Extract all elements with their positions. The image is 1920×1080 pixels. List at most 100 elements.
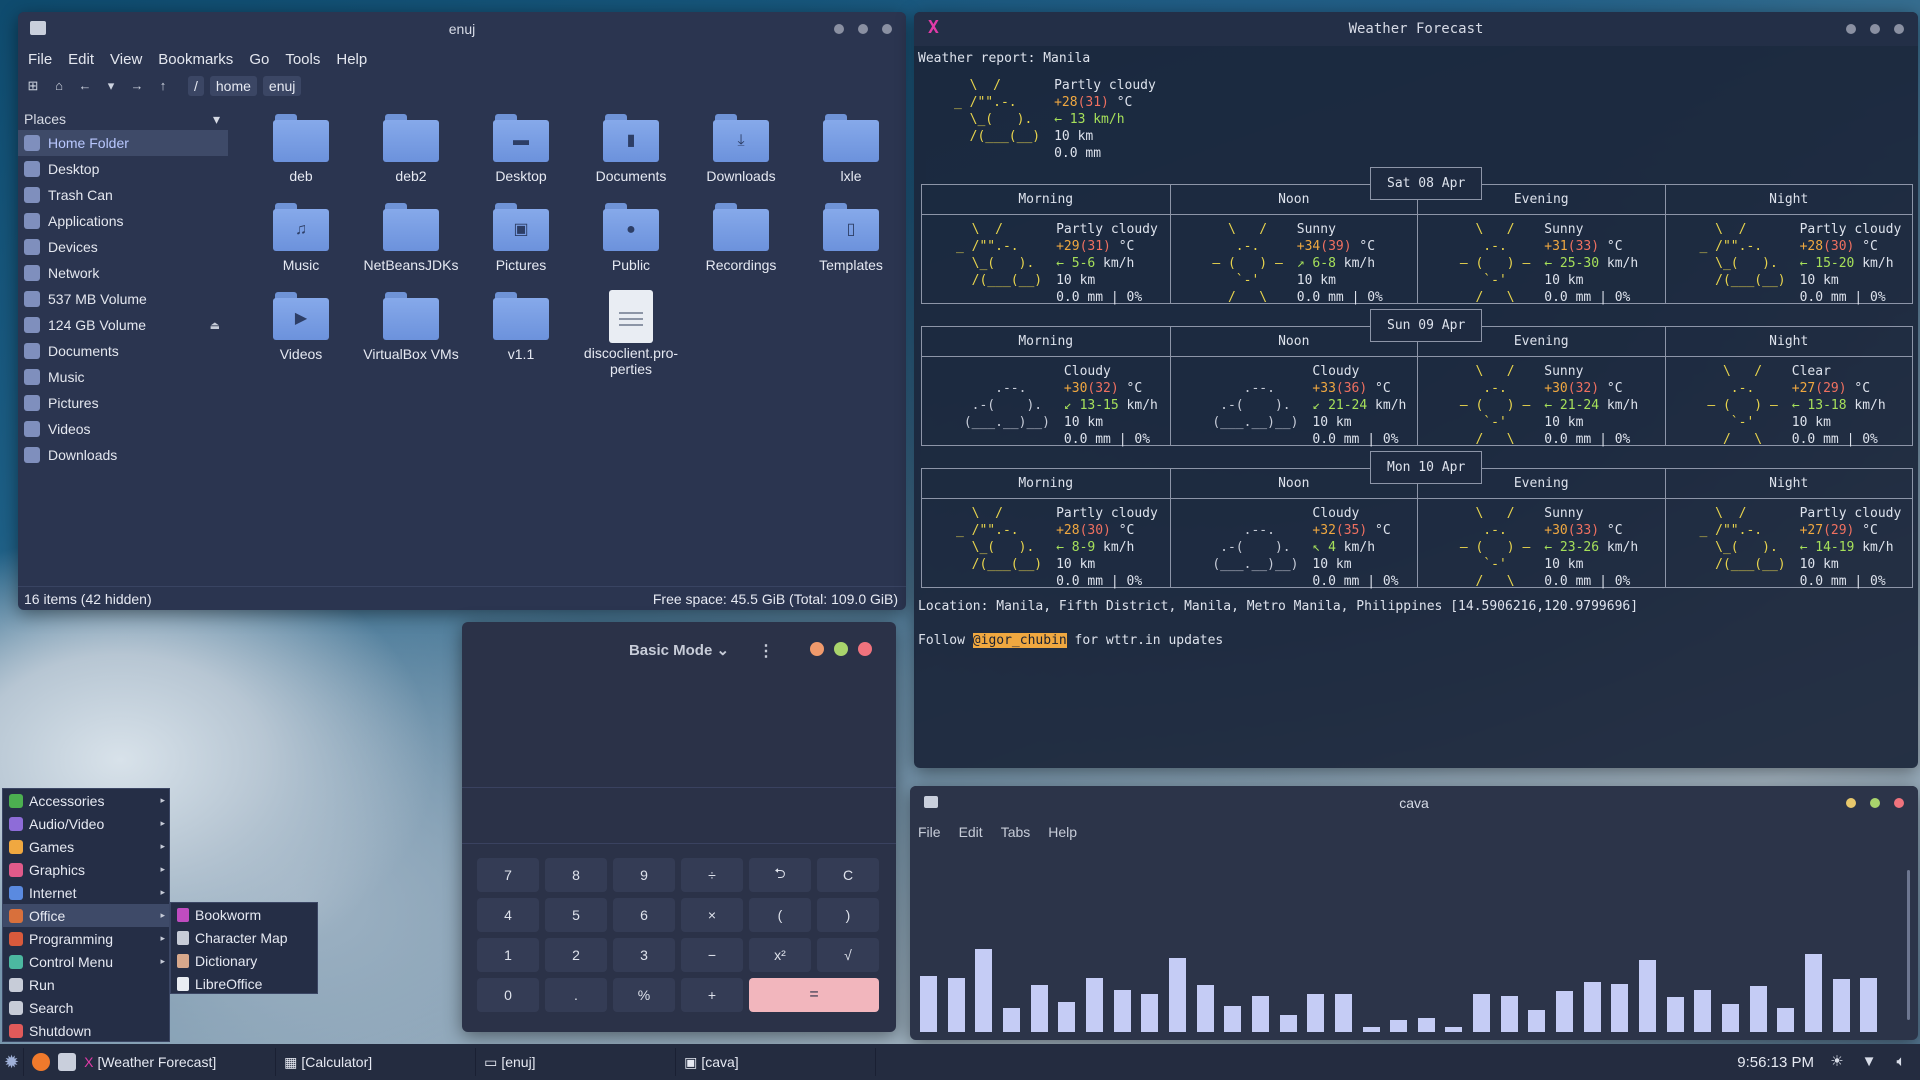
file-item[interactable]: ▣ Pictures (466, 199, 576, 288)
menu-file[interactable]: File (28, 51, 52, 68)
menu-item-run[interactable]: Run (3, 973, 169, 996)
key-1-button[interactable]: 1 (477, 938, 539, 972)
up-icon[interactable]: ↑ (156, 79, 170, 93)
menu-view[interactable]: View (110, 51, 142, 68)
clock[interactable]: 9:56:13 PM (1737, 1054, 1814, 1071)
terminal-output[interactable]: Weather report: Manila \ / _ /"".-. \_( … (914, 46, 1918, 653)
menu-item-search[interactable]: Search (3, 996, 169, 1019)
history-down-icon[interactable]: ▾ (104, 79, 118, 93)
key-divide-button[interactable]: ÷ (681, 858, 743, 892)
mode-selector[interactable]: Basic Mode ⌄ (629, 641, 729, 659)
maximize-button[interactable] (858, 24, 868, 34)
start-button[interactable]: ✹ (0, 1048, 25, 1076)
key-equals-button[interactable]: = (749, 978, 879, 1012)
close-button[interactable] (1894, 24, 1904, 34)
menu-item-accessories[interactable]: Accessories ▸ (3, 789, 169, 812)
menu-item-office[interactable]: Office ▸ (3, 904, 169, 927)
key-sqrt-button[interactable]: √ (817, 938, 879, 972)
places-header[interactable]: Places ▾ (18, 108, 228, 130)
home-icon[interactable]: ⌂ (52, 79, 66, 93)
place-item[interactable]: Trash Can (18, 182, 228, 208)
key-clear-button[interactable]: C (817, 858, 879, 892)
maximize-button[interactable] (834, 642, 848, 656)
place-item[interactable]: 537 MB Volume (18, 286, 228, 312)
maximize-button[interactable] (1870, 24, 1880, 34)
close-button[interactable] (1894, 798, 1904, 808)
firefox-icon[interactable] (32, 1053, 51, 1071)
key-8-button[interactable]: 8 (545, 858, 607, 892)
key-backspace-button[interactable]: ⮌ (749, 858, 811, 892)
key-4-button[interactable]: 4 (477, 898, 539, 932)
file-item[interactable]: ♫ Music (246, 199, 356, 288)
file-item[interactable]: v1.1 (466, 288, 576, 377)
close-button[interactable] (858, 642, 872, 656)
cava-menu-help[interactable]: Help (1048, 824, 1077, 840)
file-item[interactable]: ⤓ Downloads (686, 110, 796, 199)
menu-go[interactable]: Go (249, 51, 269, 68)
key-square-button[interactable]: x² (749, 938, 811, 972)
key-5-button[interactable]: 5 (545, 898, 607, 932)
key-0-button[interactable]: 0 (477, 978, 539, 1012)
file-item[interactable]: deb2 (356, 110, 466, 199)
task-button[interactable]: ▦ [Calculator] (280, 1048, 477, 1076)
key-add-button[interactable]: + (681, 978, 743, 1012)
new-tab-icon[interactable]: ⊞ (26, 79, 40, 93)
minimize-button[interactable] (810, 642, 824, 656)
breadcrumb-home[interactable]: home (209, 76, 257, 96)
key-7-button[interactable]: 7 (477, 858, 539, 892)
submenu-item-bookworm[interactable]: Bookworm (171, 903, 317, 926)
place-item[interactable]: Home Folder (18, 130, 228, 156)
file-item[interactable]: ▶ Videos (246, 288, 356, 377)
cava-menu-edit[interactable]: Edit (959, 824, 983, 840)
minimize-button[interactable] (1846, 798, 1856, 808)
breadcrumb-enuj[interactable]: enuj (262, 76, 302, 96)
key-3-button[interactable]: 3 (613, 938, 675, 972)
place-item[interactable]: Documents (18, 338, 228, 364)
menu-item-internet[interactable]: Internet ▸ (3, 881, 169, 904)
volume-icon[interactable]: 🔈︎ (1892, 1053, 1910, 1071)
menu-item-shutdown[interactable]: Shutdown (3, 1019, 169, 1042)
weather-titlebar[interactable]: X Weather Forecast (914, 12, 1918, 46)
back-icon[interactable]: ← (78, 79, 92, 93)
key-6-button[interactable]: 6 (613, 898, 675, 932)
file-item[interactable]: ▯ Templates (796, 199, 906, 288)
place-item[interactable]: Devices (18, 234, 228, 260)
place-item[interactable]: 124 GB Volume ⏏ (18, 312, 228, 338)
maximize-button[interactable] (1870, 798, 1880, 808)
cava-menu-tabs[interactable]: Tabs (1001, 824, 1031, 840)
menu-item-audio-video[interactable]: Audio/Video ▸ (3, 812, 169, 835)
submenu-item-dictionary[interactable]: Dictionary (171, 949, 317, 972)
fm-titlebar[interactable]: enuj (18, 12, 906, 46)
key-close-paren-button[interactable]: ) (817, 898, 879, 932)
key-multiply-button[interactable]: × (681, 898, 743, 932)
file-item[interactable]: NetBeansJDKs (356, 199, 466, 288)
key-2-button[interactable]: 2 (545, 938, 607, 972)
submenu-item-libreoffice[interactable]: LibreOffice (171, 972, 317, 995)
task-button[interactable]: X [Weather Forecast] (80, 1048, 277, 1076)
place-item[interactable]: Desktop (18, 156, 228, 182)
menu-bookmarks[interactable]: Bookmarks (158, 51, 233, 68)
place-item[interactable]: Downloads (18, 442, 228, 468)
file-item[interactable]: ● Public (576, 199, 686, 288)
file-item[interactable]: deb (246, 110, 356, 199)
eject-icon[interactable]: ⏏ (210, 319, 220, 332)
key-percent-button[interactable]: % (613, 978, 675, 1012)
menu-item-programming[interactable]: Programming ▸ (3, 927, 169, 950)
place-item[interactable]: Network (18, 260, 228, 286)
place-item[interactable]: Music (18, 364, 228, 390)
menu-edit[interactable]: Edit (68, 51, 94, 68)
place-item[interactable]: Applications (18, 208, 228, 234)
wifi-icon[interactable]: ▼ (1860, 1053, 1878, 1071)
menu-item-games[interactable]: Games ▸ (3, 835, 169, 858)
minimize-button[interactable] (1846, 24, 1856, 34)
follow-handle[interactable]: @igor_chubin (972, 633, 1067, 648)
calc-display[interactable] (462, 678, 896, 788)
minimize-button[interactable] (834, 24, 844, 34)
file-item[interactable]: discoclient.pro-perties (576, 288, 686, 377)
close-button[interactable] (882, 24, 892, 34)
menu-tools[interactable]: Tools (285, 51, 320, 68)
file-manager-launcher-icon[interactable] (58, 1053, 77, 1071)
place-item[interactable]: Pictures (18, 390, 228, 416)
key-subtract-button[interactable]: − (681, 938, 743, 972)
scrollbar[interactable] (1907, 870, 1910, 1020)
